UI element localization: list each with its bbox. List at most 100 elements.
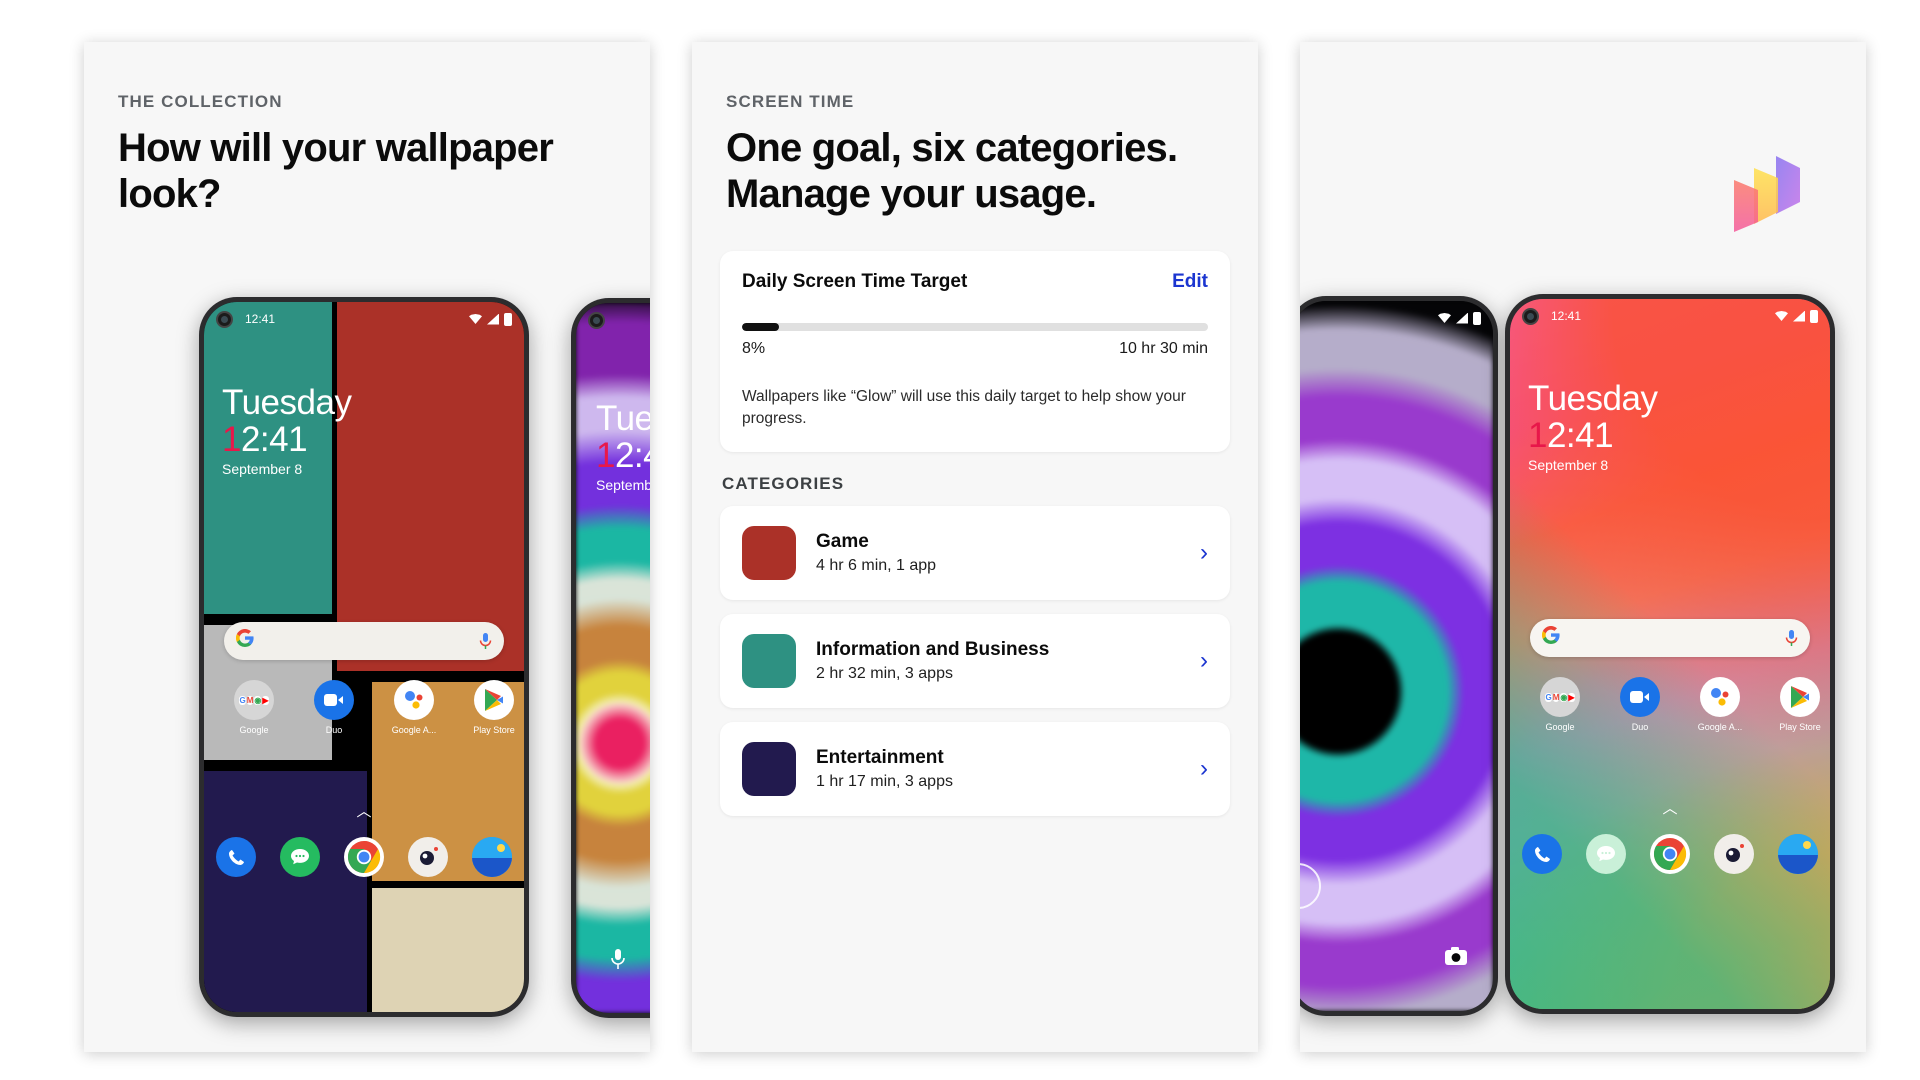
app-row-top: GM ◉ ▶ Google Duo Google A... Play Store	[1520, 677, 1830, 732]
panel-the-collection: THE COLLECTION How will your wallpaper l…	[84, 42, 650, 1052]
app-duo[interactable]: Duo	[1609, 677, 1671, 732]
edit-target-button[interactable]: Edit	[1172, 271, 1208, 293]
left-headline-line1: How will your wallpaper	[118, 126, 554, 170]
dock-photos[interactable]	[1767, 834, 1829, 874]
category-name: Game	[816, 531, 869, 553]
phone-screen-glow-right	[1300, 301, 1493, 1011]
category-row[interactable]: Game 4 hr 6 min, 1 app ›	[720, 506, 1230, 601]
wifi-icon	[469, 314, 482, 324]
dock-chrome[interactable]	[333, 837, 395, 877]
lock-day: Tuesday	[596, 399, 650, 438]
lock-date: September 8	[1528, 457, 1609, 474]
dock-phone[interactable]	[1511, 834, 1573, 874]
duo-icon	[1620, 677, 1660, 717]
dock-phone[interactable]	[205, 837, 267, 877]
progress-percent: 8%	[742, 340, 766, 358]
signal-icon	[1456, 312, 1468, 324]
app-label: Google A...	[1697, 722, 1743, 732]
category-detail: 1 hr 17 min, 3 apps	[816, 773, 953, 791]
battery-icon	[1810, 309, 1818, 323]
panel-screen-time: SCREEN TIME One goal, six categories. Ma…	[692, 42, 1258, 1052]
app-label: Play Store	[1779, 722, 1821, 732]
wallpapers-logo	[1726, 150, 1810, 234]
target-card-header: Daily Screen Time Target Edit	[742, 271, 1208, 293]
dock-row	[204, 837, 524, 877]
status-time: 12:41	[245, 312, 276, 326]
signal-icon	[487, 313, 499, 325]
category-text: Game 4 hr 6 min, 1 app	[816, 531, 1200, 575]
category-row[interactable]: Entertainment 1 hr 17 min, 3 apps ›	[720, 722, 1230, 817]
messages-icon	[1586, 834, 1626, 874]
phone-screen-mondrian: 12:41 Tuesday 12:41 September 8 G M ◉ ▶ …	[204, 302, 524, 1012]
category-color-swatch	[742, 526, 796, 581]
phone-gradient-front: 12:41 Tuesday 12:41 September 8 G M ◉ ▶ …	[1505, 294, 1835, 1014]
lockscreen-clock-gradient: Tuesday 12:41 September 8	[1528, 381, 1658, 474]
left-headline-line2: look?	[118, 171, 221, 216]
app-label: Play Store	[473, 725, 515, 735]
status-indicators	[469, 312, 512, 326]
app-google-folder[interactable]: GM ◉ ▶ Google	[1529, 677, 1591, 732]
chevron-right-icon[interactable]: ›	[1200, 757, 1208, 781]
app-row-top: GM ◉ ▶ Google Duo Google A... Play Store	[214, 680, 524, 735]
lock-day: Tuesday	[222, 383, 352, 422]
chevron-right-icon[interactable]: ›	[1200, 541, 1208, 565]
google-assistant-icon	[1700, 677, 1740, 717]
panel-wallpaper-preview: 12:41 Tuesday 12:41 September 8 G M ◉ ▶ …	[1300, 42, 1866, 1052]
dock-photos[interactable]	[461, 837, 523, 877]
camera-punch-hole-icon	[588, 311, 605, 329]
app-play-store[interactable]: Play Store	[1769, 677, 1830, 732]
google-search-bar[interactable]	[1530, 619, 1810, 657]
lock-time-rest: 2:41	[614, 436, 650, 475]
middle-headline-line2: Manage your usage.	[726, 171, 1097, 216]
dock-camera[interactable]	[397, 837, 459, 877]
dock-chrome[interactable]	[1639, 834, 1701, 874]
block-navy	[204, 770, 368, 1012]
app-google-assistant[interactable]: Google A...	[1689, 677, 1751, 732]
voice-search-icon[interactable]	[1785, 629, 1798, 648]
play-store-icon	[474, 680, 514, 720]
category-name: Entertainment	[816, 747, 944, 769]
app-duo[interactable]: Duo	[303, 680, 365, 735]
status-bar-glow-left	[576, 303, 650, 337]
status-indicators	[1775, 309, 1818, 323]
voice-search-icon[interactable]	[479, 632, 492, 651]
app-drawer-handle-icon[interactable]: ︿	[356, 800, 371, 821]
mic-icon[interactable]	[610, 948, 626, 975]
camera-punch-hole-icon	[1522, 307, 1539, 325]
status-bar-gradient: 12:41	[1510, 299, 1830, 333]
target-card-title: Daily Screen Time Target	[742, 271, 968, 293]
signal-icon	[1793, 310, 1805, 322]
chrome-icon	[1650, 834, 1690, 874]
phone-icon	[216, 837, 256, 877]
lockscreen-clock-glow-left: Tuesday 12:41 September 8	[596, 401, 650, 493]
dock-messages[interactable]	[269, 837, 331, 877]
category-detail: 4 hr 6 min, 1 app	[816, 557, 937, 575]
daily-screen-time-target-card: Daily Screen Time Target Edit 8% 10 hr 3…	[720, 251, 1230, 453]
app-play-store[interactable]: Play Store	[463, 680, 524, 735]
target-card-note: Wallpapers like “Glow” will use this dai…	[742, 388, 1186, 428]
app-google-folder[interactable]: GM ◉ ▶ Google	[223, 680, 285, 735]
camera-shortcut-icon[interactable]	[1445, 947, 1467, 971]
play-store-icon	[1780, 677, 1820, 717]
camera-punch-hole-icon	[216, 310, 233, 328]
app-google-assistant[interactable]: Google A...	[383, 680, 445, 735]
app-drawer-handle-icon[interactable]: ︿	[1662, 797, 1677, 818]
google-search-bar[interactable]	[224, 622, 504, 660]
screenshot-root: THE COLLECTION How will your wallpaper l…	[0, 0, 1920, 1080]
dock-camera[interactable]	[1703, 834, 1765, 874]
google-g-icon	[235, 628, 254, 653]
category-row[interactable]: Information and Business 2 hr 32 min, 3 a…	[720, 614, 1230, 709]
block-cream	[372, 887, 524, 1012]
progress-bar-track	[742, 323, 1208, 332]
status-bar-glow-right	[1300, 301, 1493, 335]
battery-icon	[1473, 311, 1481, 325]
lockscreen-clock-mondrian: Tuesday 12:41 September 8	[222, 383, 352, 478]
target-total: 10 hr 30 min	[1119, 340, 1208, 358]
google-g-icon	[1541, 625, 1560, 650]
wifi-icon	[1775, 311, 1788, 321]
dock-messages[interactable]	[1575, 834, 1637, 874]
chevron-right-icon[interactable]: ›	[1200, 649, 1208, 673]
middle-panel-header: SCREEN TIME One goal, six categories. Ma…	[692, 42, 1258, 217]
block-red	[336, 302, 524, 672]
lock-date: September 8	[222, 461, 303, 478]
